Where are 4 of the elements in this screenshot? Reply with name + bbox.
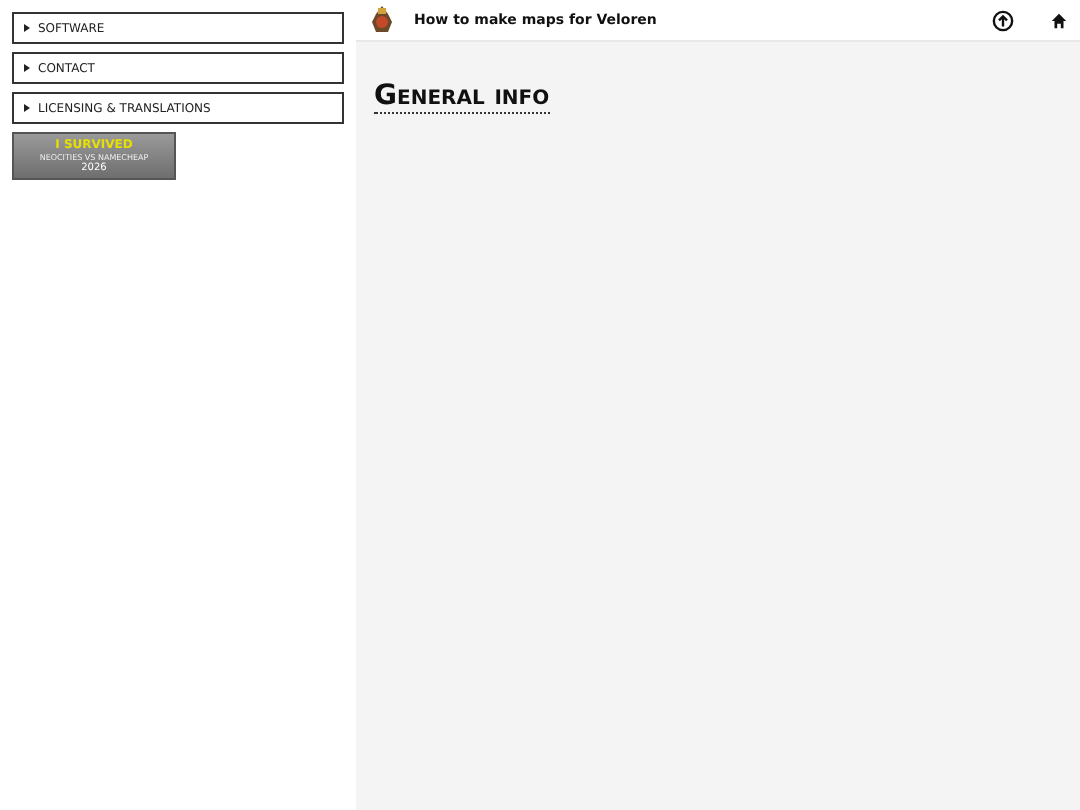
home-icon[interactable] <box>1050 11 1068 29</box>
logo-icon <box>370 4 394 36</box>
up-arrow-icon[interactable] <box>992 9 1014 31</box>
section-heading: General info <box>374 82 550 115</box>
